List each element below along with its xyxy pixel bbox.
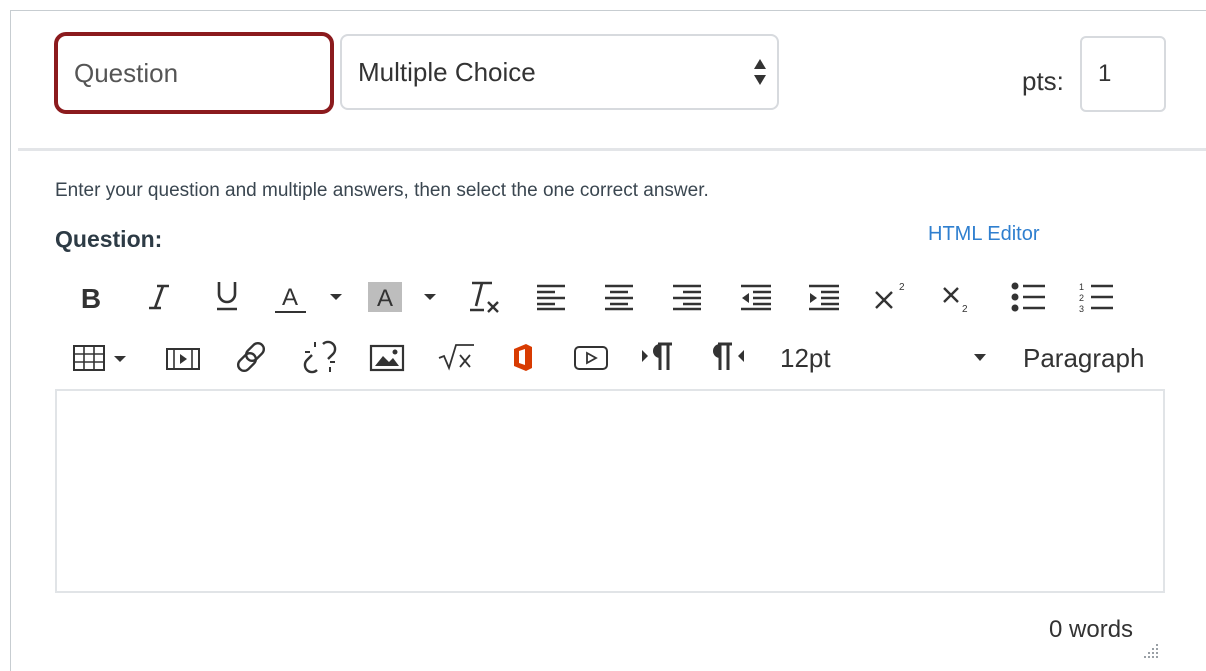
numbered-list-icon[interactable]: 123 xyxy=(1076,280,1116,314)
svg-text:2: 2 xyxy=(899,282,905,293)
office-icon[interactable] xyxy=(508,340,538,374)
chevron-down-icon xyxy=(974,354,986,361)
image-icon[interactable] xyxy=(368,342,406,374)
media-icon[interactable] xyxy=(164,344,202,374)
font-size-select[interactable]: 12pt xyxy=(780,340,990,376)
bold-icon[interactable]: B xyxy=(74,280,108,314)
outdent-icon[interactable] xyxy=(738,282,774,312)
unlink-icon[interactable] xyxy=(300,338,340,376)
svg-text:A: A xyxy=(282,284,298,311)
svg-text:2: 2 xyxy=(962,304,968,315)
question-label: Question: xyxy=(55,226,163,252)
superscript-icon[interactable]: 2 xyxy=(872,280,908,314)
select-arrows-icon xyxy=(754,59,766,85)
instructions-text: Enter your question and multiple answers… xyxy=(55,180,709,201)
font-size-value: 12pt xyxy=(780,343,831,373)
ltr-icon[interactable] xyxy=(640,340,676,374)
points-label: pts: xyxy=(1022,66,1064,96)
align-right-icon[interactable] xyxy=(670,282,704,312)
link-icon[interactable] xyxy=(232,338,270,376)
question-type-value: Multiple Choice xyxy=(358,57,536,87)
subscript-icon[interactable]: 2 xyxy=(940,282,976,316)
svg-text:B: B xyxy=(81,283,101,312)
video-icon[interactable] xyxy=(572,342,610,374)
resize-handle-icon[interactable] xyxy=(1142,642,1160,660)
equation-icon[interactable] xyxy=(436,340,476,374)
clear-formatting-icon[interactable] xyxy=(464,278,502,316)
question-editor-area[interactable] xyxy=(55,389,1165,593)
indent-icon[interactable] xyxy=(806,282,842,312)
paragraph-format-select[interactable]: Paragraph xyxy=(1023,340,1144,376)
points-input[interactable]: 1 xyxy=(1080,36,1166,112)
divider xyxy=(18,148,1206,151)
background-color-icon[interactable]: A xyxy=(366,278,444,316)
text-color-icon[interactable]: A xyxy=(272,280,348,316)
bullet-list-icon[interactable] xyxy=(1008,280,1048,314)
italic-icon[interactable] xyxy=(142,280,176,314)
align-left-icon[interactable] xyxy=(534,282,568,312)
question-name-input[interactable]: Question xyxy=(54,32,334,114)
align-center-icon[interactable] xyxy=(602,282,636,312)
svg-text:A: A xyxy=(377,285,393,312)
svg-text:1: 1 xyxy=(1079,282,1084,292)
underline-icon[interactable] xyxy=(210,278,244,314)
table-icon[interactable] xyxy=(72,342,134,374)
rtl-icon[interactable] xyxy=(708,340,746,374)
html-editor-link[interactable]: HTML Editor xyxy=(928,223,1040,246)
svg-text:3: 3 xyxy=(1079,304,1084,313)
question-type-select[interactable]: Multiple Choice xyxy=(340,34,779,110)
word-count: 0 words xyxy=(1049,616,1134,643)
svg-text:2: 2 xyxy=(1079,293,1084,303)
